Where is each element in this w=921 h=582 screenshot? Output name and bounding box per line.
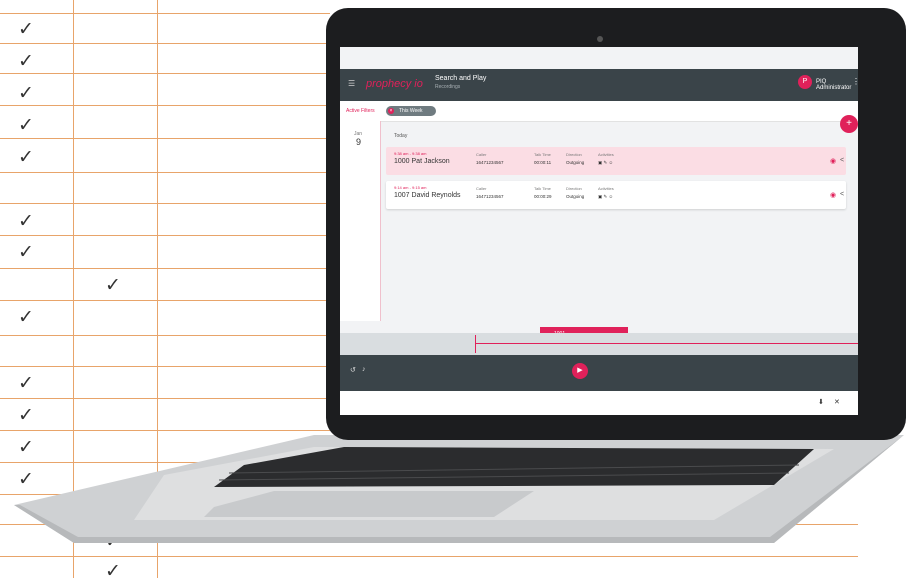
checkmark-icon: ✓ <box>18 50 34 72</box>
checkmark-icon: ✓ <box>18 241 34 263</box>
checkmark-icon: ✓ <box>18 404 34 426</box>
direction-value: Outgoing <box>566 194 585 199</box>
download-icon[interactable]: ⬇ <box>818 398 824 406</box>
play-button[interactable]: ▶ <box>572 363 588 379</box>
talk-time-label: Talk Time <box>534 152 551 157</box>
avatar[interactable]: P <box>798 75 812 89</box>
activity-icons: ▣ ✎ ☺ <box>598 194 614 199</box>
direction-label: Direction <box>566 186 582 191</box>
checkmark-icon: ✓ <box>18 210 34 232</box>
recording-name: 1007 David Reynolds <box>394 192 461 199</box>
checkmark-icon: ✓ <box>18 372 34 394</box>
caller-value: 16471234567 <box>476 194 504 199</box>
recording-row[interactable]: 9:38 am - 9:38 am 1000 Pat Jackson Calle… <box>386 147 846 175</box>
active-filters-label: Active Filters <box>346 108 375 114</box>
webcam-icon <box>597 36 603 42</box>
recording-time: 9:38 am - 9:38 am <box>394 151 427 156</box>
page-title: Search and Play <box>435 75 487 82</box>
waveform-played <box>475 343 858 344</box>
grid-row-line <box>0 556 858 557</box>
activities-label: Activities <box>598 186 614 191</box>
caller-label: Caller <box>476 152 487 157</box>
grid-row-line <box>0 138 330 139</box>
direction-value: Outgoing <box>566 160 585 165</box>
brand-logo: prophecy io <box>366 78 423 90</box>
remove-filter-icon[interactable]: × <box>388 108 394 114</box>
date-column: Jan 9 <box>340 121 381 321</box>
recording-time: 9:14 am - 9:15 am <box>394 185 427 190</box>
checkmark-icon: ✓ <box>18 114 34 136</box>
talk-time-value: 00:00:29 <box>534 194 552 199</box>
filter-bar: Active Filters × This Week <box>340 101 858 122</box>
grid-row-line <box>0 203 330 204</box>
menu-icon[interactable]: ☰ <box>348 79 355 88</box>
page-subtitle: Recordings <box>435 84 461 90</box>
filter-chip[interactable]: × This Week <box>386 106 436 116</box>
caller-value: 16471234567 <box>476 160 504 165</box>
share-icon[interactable]: < <box>840 191 844 198</box>
filter-chip-label: This Week <box>399 108 423 114</box>
grid-row-line <box>0 300 330 301</box>
grid-row-line <box>0 43 330 44</box>
grid-row-line <box>0 235 330 236</box>
recording-name: 1000 Pat Jackson <box>394 158 450 165</box>
volume-icon[interactable]: ♪ <box>362 366 366 373</box>
grid-row-line <box>0 366 330 367</box>
activities-label: Activities <box>598 152 614 157</box>
talk-time-value: 00:00:11 <box>534 160 552 165</box>
play-recording-icon[interactable]: ◉ <box>830 191 836 199</box>
audio-player: ↺ ♪ ▶ <box>340 333 858 391</box>
grid-row-line <box>0 73 330 74</box>
app-screen: ☰ prophecy io Search and Play Recordings… <box>340 47 858 415</box>
checkmark-icon: ✓ <box>18 82 34 104</box>
waveform[interactable] <box>340 333 858 355</box>
laptop-base <box>14 435 904 543</box>
app-header: ☰ prophecy io Search and Play Recordings… <box>340 69 858 101</box>
grid-row-line <box>0 13 330 14</box>
today-label: Today <box>394 133 408 139</box>
checkmark-icon: ✓ <box>105 560 121 582</box>
checkmark-icon: ✓ <box>105 274 121 296</box>
playhead[interactable] <box>475 335 476 353</box>
grid-row-line <box>0 172 330 173</box>
grid-row-line <box>0 105 330 106</box>
recording-row[interactable]: 9:14 am - 9:15 am 1007 David Reynolds Ca… <box>386 181 846 209</box>
rewind-icon[interactable]: ↺ <box>350 366 356 374</box>
close-icon[interactable]: ✕ <box>834 398 840 406</box>
share-icon[interactable]: < <box>840 157 844 164</box>
activity-icons: ▣ ✎ ☺ <box>598 160 614 165</box>
bottom-toolbar: ⬇ ✕ <box>340 391 858 415</box>
direction-label: Direction <box>566 152 582 157</box>
checkmark-icon: ✓ <box>18 146 34 168</box>
talk-time-label: Talk Time <box>534 186 551 191</box>
play-recording-icon[interactable]: ◉ <box>830 157 836 165</box>
date-day: 9 <box>356 137 362 147</box>
grid-row-line <box>0 398 330 399</box>
add-button[interactable]: + <box>840 115 858 133</box>
checkmark-icon: ✓ <box>18 306 34 328</box>
checkmark-icon: ✓ <box>18 18 34 40</box>
caller-label: Caller <box>476 186 487 191</box>
more-options-icon[interactable]: ⋮ <box>852 77 858 86</box>
grid-row-line <box>0 335 330 336</box>
grid-row-line <box>0 268 330 269</box>
